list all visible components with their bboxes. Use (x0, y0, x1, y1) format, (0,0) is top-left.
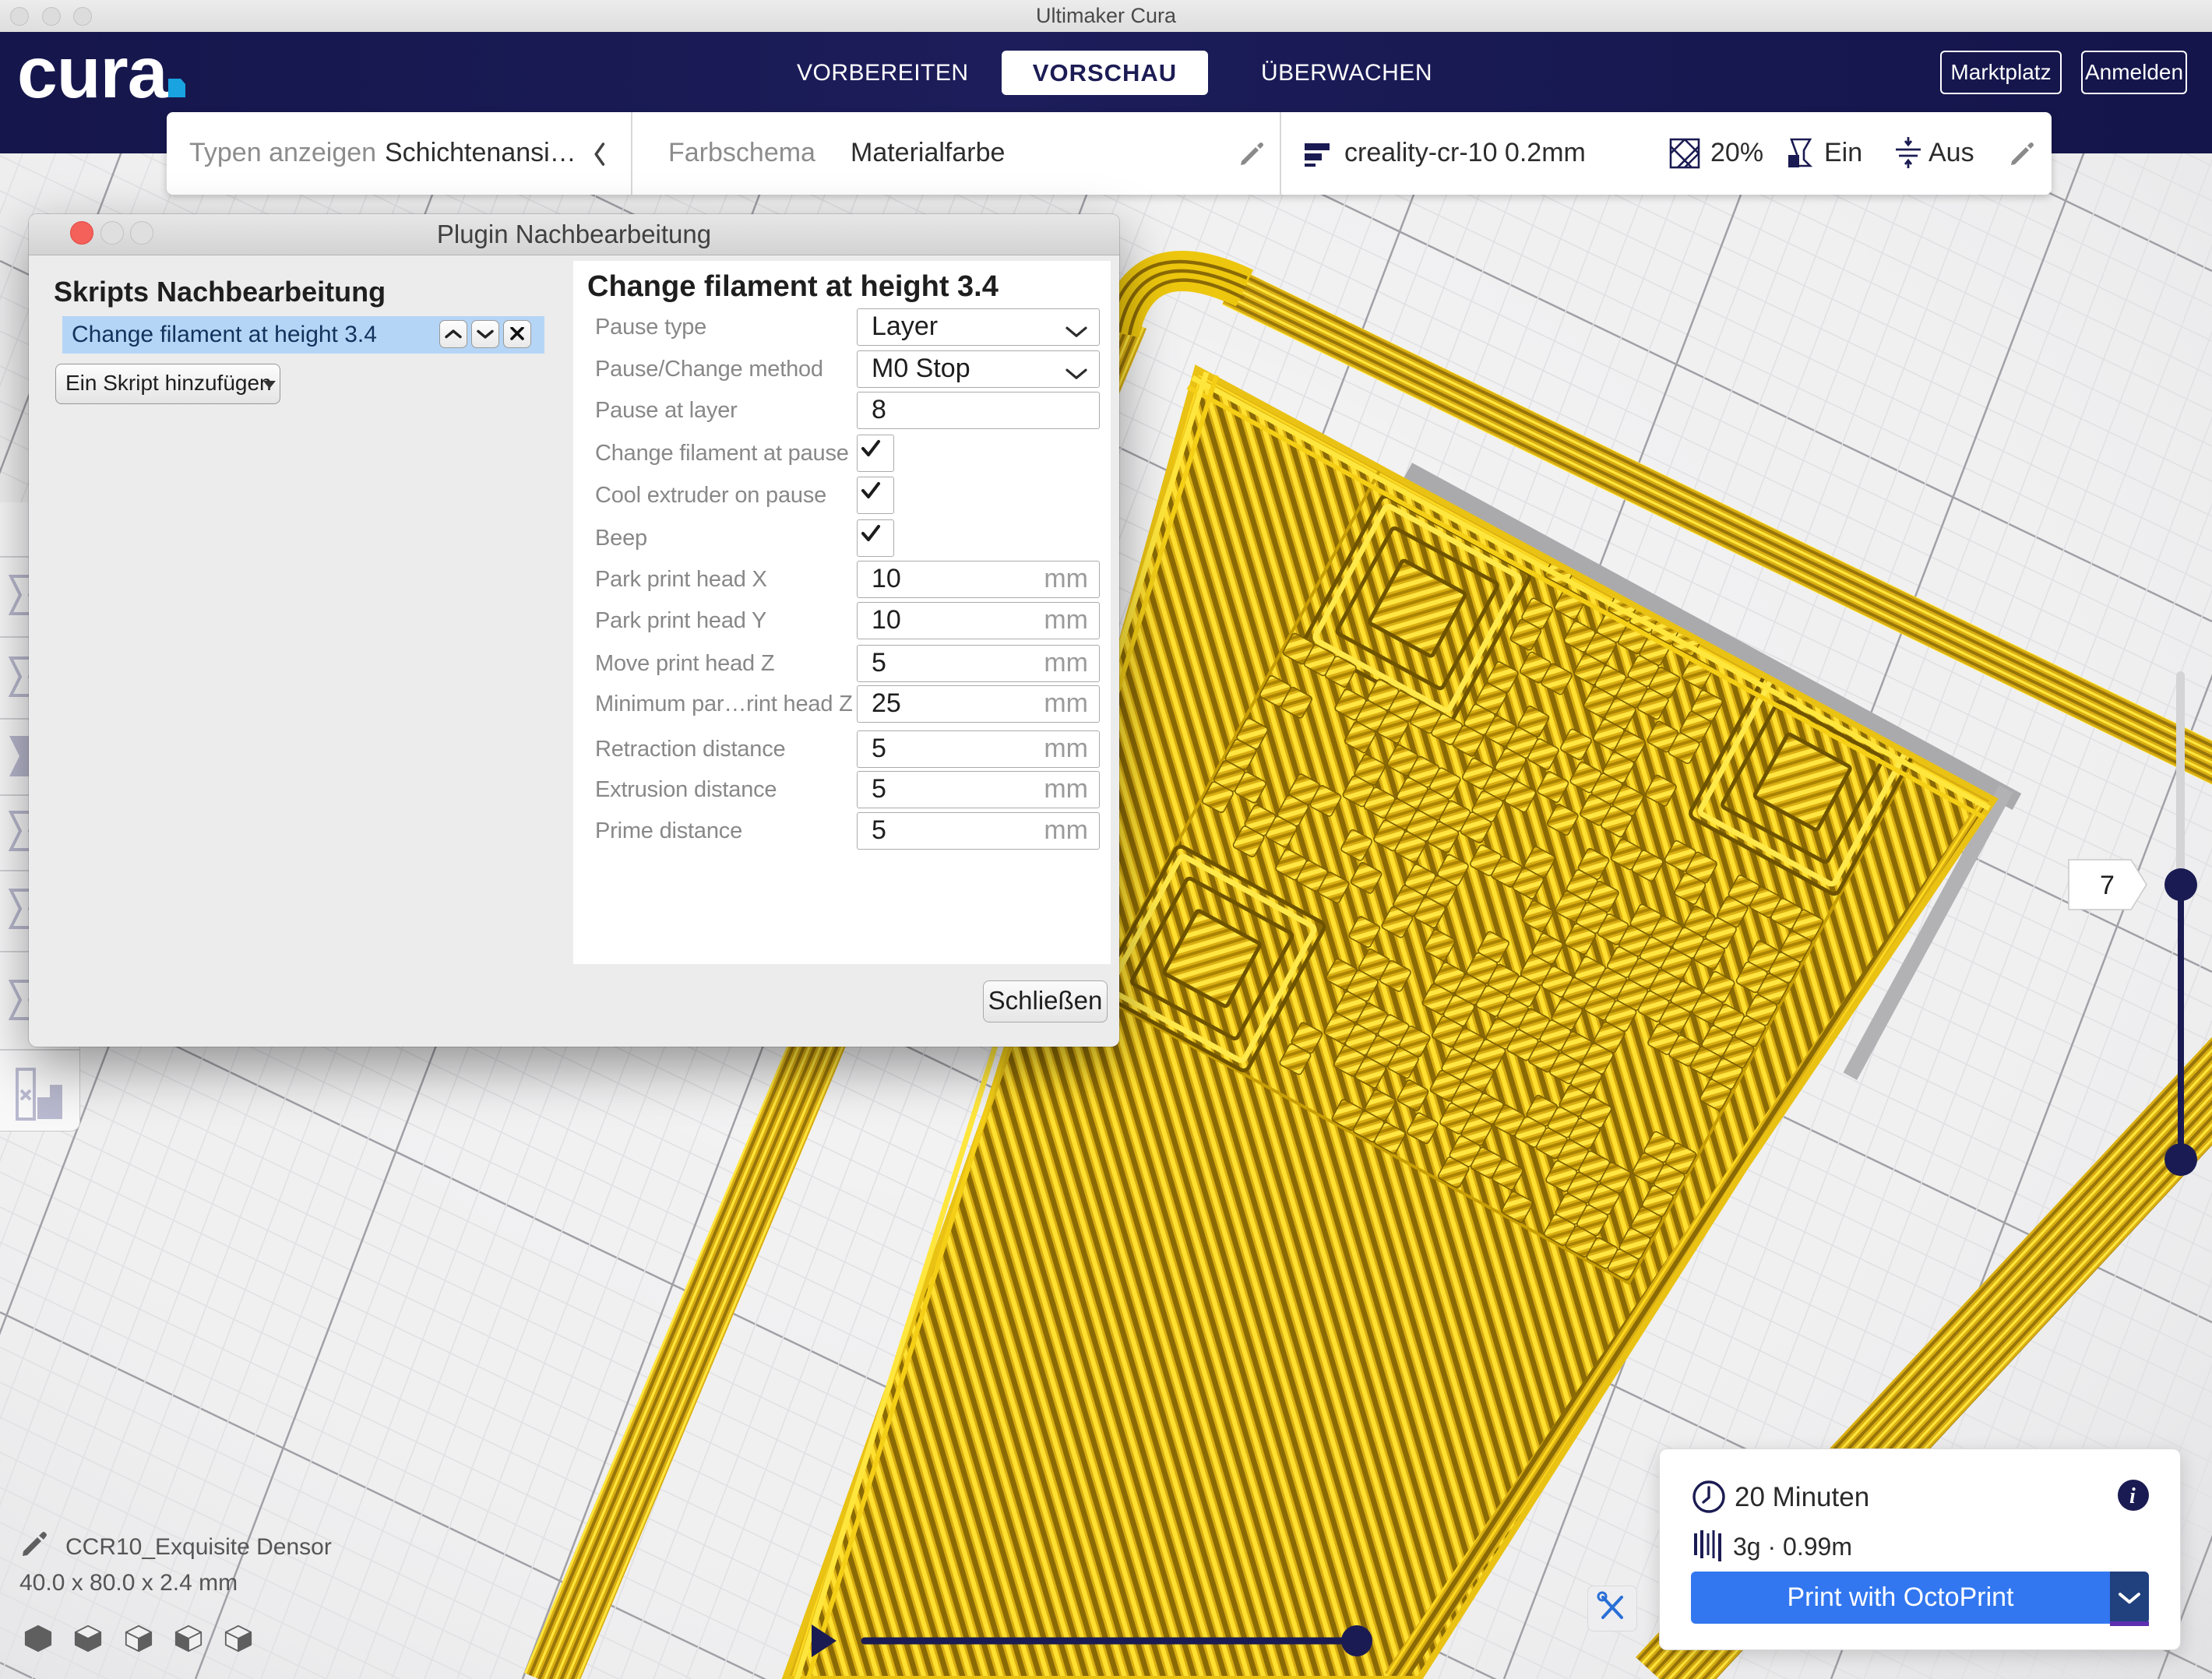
svg-text:i: i (2129, 1484, 2136, 1508)
svg-text:cura: cura (17, 32, 169, 113)
svg-text:7: 7 (2100, 871, 2115, 900)
